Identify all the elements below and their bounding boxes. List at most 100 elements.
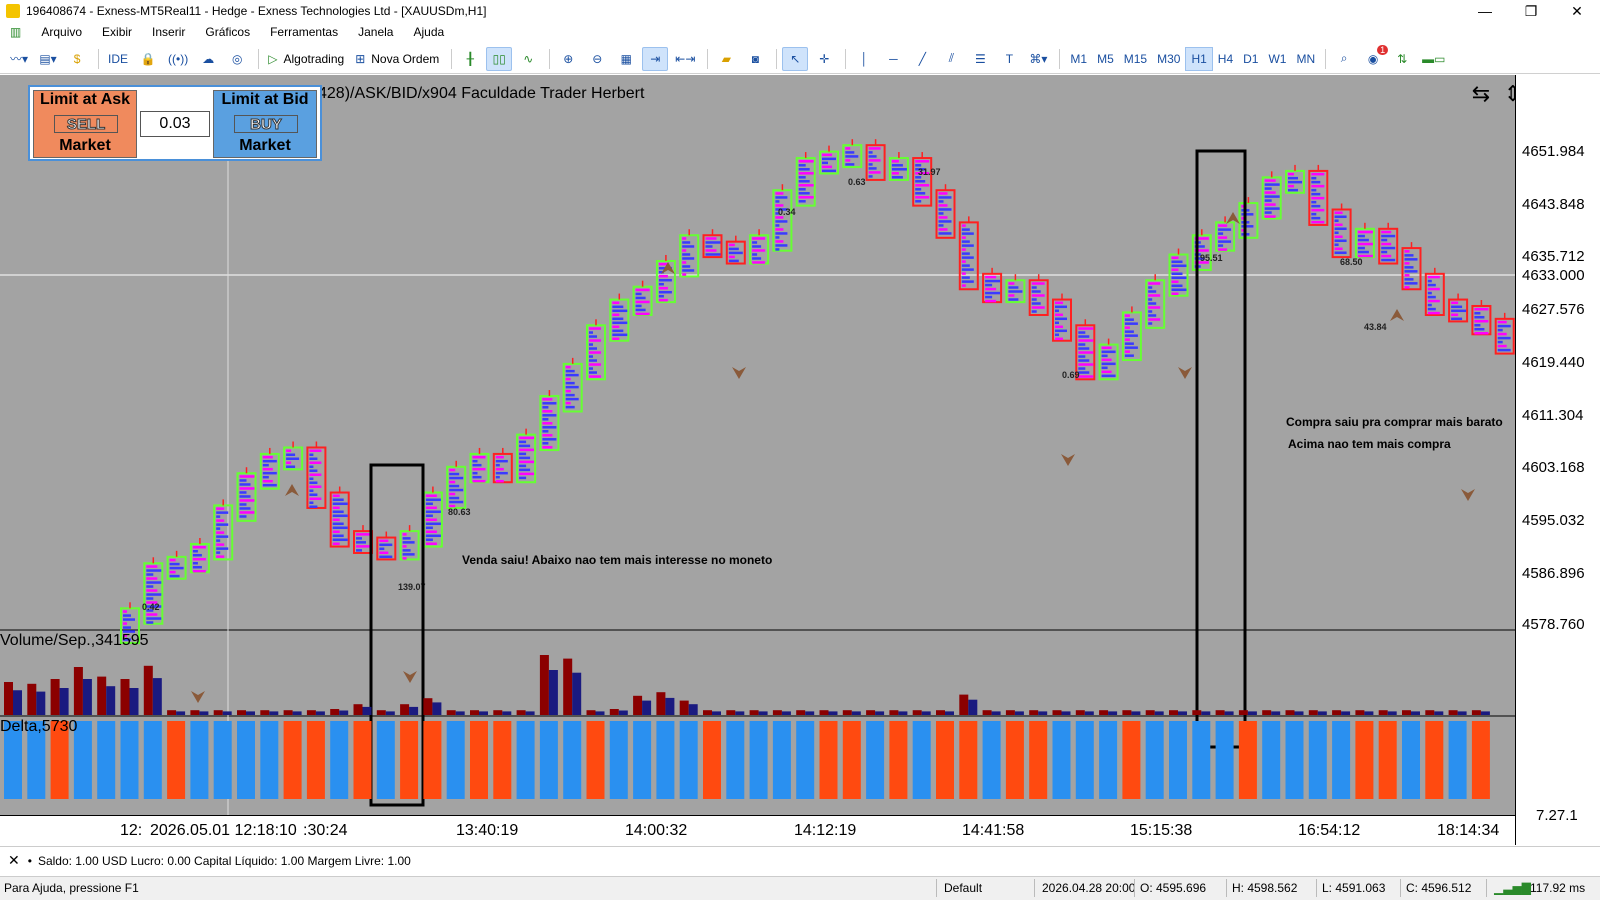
footprint-level [1497, 324, 1511, 328]
minimize-button[interactable]: — [1462, 0, 1508, 22]
tf-h1[interactable]: H1 [1185, 46, 1213, 71]
bar-chart-icon[interactable]: ╂ [457, 47, 483, 71]
footprint-level [239, 507, 251, 510]
footprint-level [682, 269, 695, 272]
maximize-button[interactable]: ❐ [1508, 0, 1554, 22]
tf-m30[interactable]: M30 [1152, 47, 1185, 71]
footprint-level [612, 305, 624, 309]
footprint-level [356, 541, 366, 544]
coin-icon[interactable]: $ [64, 47, 90, 71]
candle-chart-icon[interactable]: ▯▯ [486, 46, 513, 71]
delta-bar [1378, 721, 1397, 799]
menu-exibir[interactable]: Exibir [92, 25, 142, 39]
footprint-level [682, 265, 691, 268]
sell-limit-label[interactable]: Limit at Ask [34, 91, 136, 113]
vertical-line-icon[interactable]: │ [851, 47, 877, 71]
footprint-level [542, 446, 553, 449]
new-order-button[interactable]: ⊞ Nova Ordem [351, 47, 443, 71]
fibonacci-icon[interactable]: ☰ [967, 47, 993, 71]
tf-d1[interactable]: D1 [1238, 47, 1263, 71]
chart-shift-icon[interactable]: ⇤⇥ [671, 47, 699, 71]
horizontal-line-icon[interactable]: ─ [880, 47, 906, 71]
close-button[interactable]: ✕ [1554, 0, 1600, 22]
volume-bar-bid [921, 711, 931, 715]
footprint-level [822, 161, 828, 165]
sell-market-label[interactable]: Market [34, 137, 136, 157]
chart-window-icon[interactable]: ▤▾ [35, 47, 61, 71]
footprint-level [775, 224, 780, 227]
text-tool-icon[interactable]: T [996, 47, 1022, 71]
channel-icon[interactable]: ⫽ [938, 47, 964, 71]
tf-m5[interactable]: M5 [1092, 47, 1119, 71]
sell-label[interactable]: SELL [54, 115, 118, 134]
delta-bar [1192, 721, 1211, 799]
footprint-level [1288, 172, 1294, 176]
close-terminal-icon[interactable]: ✕ [8, 852, 20, 869]
signal-icon[interactable]: ((•)) [164, 47, 192, 71]
footprint-level [1381, 258, 1396, 262]
delta-bar [842, 721, 861, 799]
scroll-horizontal-icon[interactable]: ⇆ [1465, 81, 1497, 109]
volume-bar-bid [1317, 711, 1327, 715]
tf-mn[interactable]: MN [1291, 47, 1320, 71]
shapes-icon[interactable]: ⌘▾ [1025, 47, 1051, 71]
trendline-icon[interactable]: ╱ [909, 47, 935, 71]
chart-type-icon[interactable]: 〰▾ [6, 47, 32, 71]
ide-button[interactable]: IDE [104, 47, 132, 71]
autoscroll-icon[interactable]: ⇥ [642, 46, 669, 71]
search-icon[interactable]: ⌕ [1331, 47, 1357, 71]
menu-inserir[interactable]: Inserir [142, 25, 195, 39]
volume-bar-bid [898, 711, 908, 715]
menu-ferramentas[interactable]: Ferramentas [260, 25, 348, 39]
delta-bar [936, 721, 954, 799]
line-chart-icon[interactable]: ∿ [515, 47, 541, 71]
notification-icon[interactable]: ◉ 1 [1360, 44, 1389, 71]
balance-bullet-icon: • [27, 853, 32, 868]
footprint-level [1311, 204, 1321, 208]
buy-limit-label[interactable]: Limit at Bid [214, 91, 316, 113]
zoom-out-icon[interactable]: ⊖ [584, 47, 610, 71]
menu-janela[interactable]: Janela [348, 25, 403, 39]
value-label: 0.42 [142, 602, 160, 612]
buy-market-label[interactable]: Market [214, 137, 316, 157]
footprint-level [1078, 375, 1094, 378]
price-axis[interactable]: 4651.984 4643.848 4635.712 4633.000 4627… [1515, 75, 1600, 845]
buy-label[interactable]: BUY [234, 115, 298, 134]
footprint-level [1031, 302, 1041, 305]
vps-icon[interactable]: ◎ [224, 47, 250, 71]
price-label: 4651.984 [1522, 143, 1585, 160]
quantity-field[interactable]: 0.03 [140, 111, 210, 137]
footprint-level [146, 573, 154, 576]
screenshot-icon[interactable]: ◙ [742, 47, 768, 71]
menu-logo-icon[interactable]: ▥ [0, 25, 31, 39]
lock-icon[interactable]: 🔒 [135, 47, 161, 71]
tf-m15[interactable]: M15 [1119, 47, 1152, 71]
footprint-level [798, 200, 806, 203]
cursor-icon[interactable]: ↖ [782, 46, 809, 71]
chart-area[interactable]: 0.42 139.07 80.63 0.34 0.63 31.97 0.69 95.51 68.… [0, 75, 1600, 845]
sell-button[interactable]: Limit at Ask SELL Market [33, 90, 137, 158]
menu-ajuda[interactable]: Ajuda [403, 25, 454, 39]
menu-graficos[interactable]: Gráficos [195, 25, 260, 39]
crosshair-icon[interactable]: ✛ [811, 47, 837, 71]
footprint-level [169, 570, 176, 574]
cloud-icon[interactable]: ☁ [195, 47, 221, 71]
tf-w1[interactable]: W1 [1263, 47, 1291, 71]
zoom-in-icon[interactable]: ⊕ [555, 47, 581, 71]
algotrading-button[interactable]: ▷ Algotrading [264, 47, 348, 71]
grid-icon[interactable]: ▦ [613, 47, 639, 71]
time-axis[interactable]: 12: 2026.05.01 12:18:10 :30:24 13:40:19 … [0, 815, 1515, 845]
footprint-level [1008, 298, 1019, 301]
signal-strength-icon: ▁▃▅▇ [1494, 881, 1531, 895]
chart-canvas[interactable]: 0.42 139.07 80.63 0.34 0.63 31.97 0.69 95.51 68.… [0, 75, 1515, 845]
buy-button[interactable]: Limit at Bid BUY Market [213, 90, 317, 158]
profile-name[interactable]: Default [944, 881, 982, 895]
connection-icon[interactable]: ⇅ [1389, 47, 1415, 71]
menu-arquivo[interactable]: Arquivo [31, 25, 92, 39]
folder-icon[interactable]: ▰ [713, 47, 739, 71]
footprint-level [798, 164, 806, 167]
footprint-level [262, 455, 273, 459]
footprint-level [1124, 326, 1130, 329]
tf-m1[interactable]: M1 [1065, 47, 1092, 71]
tf-h4[interactable]: H4 [1213, 47, 1238, 71]
